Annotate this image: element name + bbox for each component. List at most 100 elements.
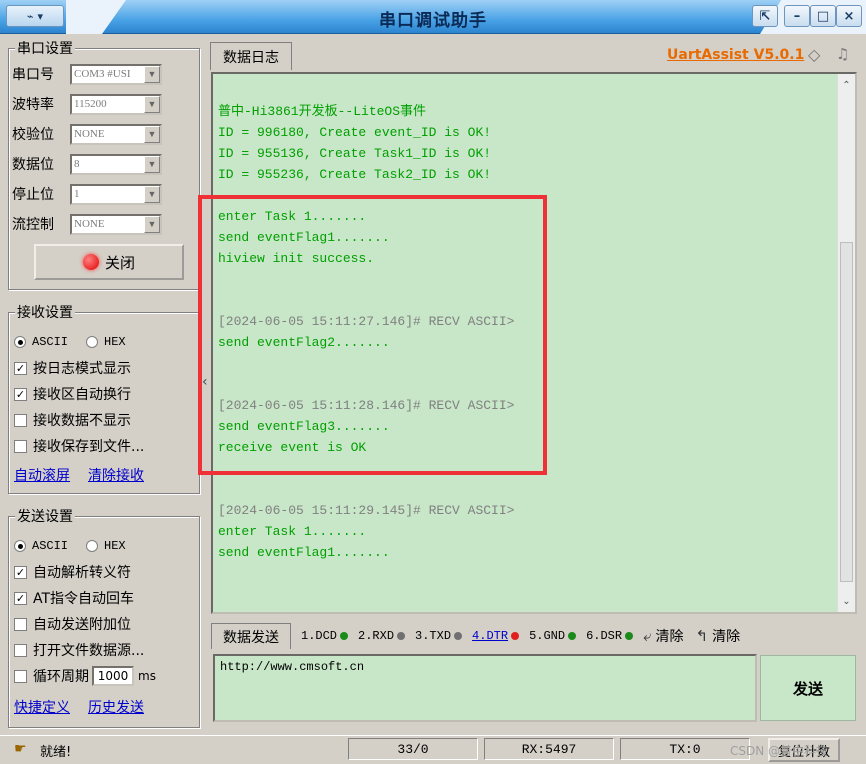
brand-link[interactable]: UartAssist V5.0.1	[667, 47, 804, 63]
signal-led-icon	[511, 632, 520, 640]
log-line: enter Task 1.......	[218, 524, 367, 539]
period-input[interactable]: 1000	[92, 666, 134, 686]
signal-led-icon	[625, 632, 634, 640]
watermark: CSDN @普中科技	[730, 744, 829, 758]
log-line: ID = 996180, Create event_ID is OK!	[218, 125, 492, 140]
clear-send-button[interactable]: 清除	[656, 626, 684, 646]
checkbox-icon[interactable]	[14, 617, 27, 631]
signal-dtr[interactable]: 4.DTR	[472, 629, 520, 643]
serial-settings-legend: 串口设置	[15, 38, 75, 58]
receive-hex-radio[interactable]	[86, 336, 99, 348]
period-unit: ms	[138, 669, 156, 683]
send-option-5[interactable]: 循环周期 1000 ms	[14, 665, 156, 687]
status-bar: ☛ 就绪! 33/0 RX:5497 TX:0 复位计数 CSDN @普中科技	[0, 735, 866, 764]
signal-label: 6.DSR	[586, 629, 623, 643]
baud-select[interactable]: 115200 ▼	[70, 93, 162, 115]
receive-option-2[interactable]: ✓ 接收区自动换行	[14, 383, 131, 405]
log-line: ID = 955236, Create Task2_ID is OK!	[218, 167, 492, 182]
signal-led-icon	[340, 632, 349, 640]
clear-receive-link[interactable]: 清除接收	[88, 465, 144, 485]
checkbox-icon[interactable]	[14, 439, 27, 453]
databits-label: 数据位	[12, 157, 54, 173]
receive-option-1[interactable]: ✓ 按日志模式显示	[14, 357, 131, 379]
flow-label: 流控制	[12, 217, 54, 233]
chevron-down-icon[interactable]: ▼	[144, 155, 160, 173]
chevron-down-icon[interactable]: ▼	[144, 215, 160, 233]
pin-icon[interactable]: ⇱	[752, 5, 778, 27]
stopbits-select[interactable]: 1 ▼	[70, 183, 162, 205]
send-history-link[interactable]: 历史发送	[88, 697, 144, 717]
chevron-down-icon[interactable]: ▼	[144, 125, 160, 143]
send-hex-radio[interactable]	[86, 540, 99, 552]
log-scrollbar[interactable]: ⌃ ⌄	[837, 74, 855, 612]
signal-dsr[interactable]: 6.DSR	[586, 629, 634, 643]
chevron-down-icon[interactable]: ▼	[144, 95, 160, 113]
send-button[interactable]: 发送	[760, 655, 856, 721]
scroll-down-icon[interactable]: ⌄	[839, 592, 854, 610]
checkbox-checked-icon[interactable]: ✓	[14, 361, 27, 375]
flow-select[interactable]: NONE ▼	[70, 213, 162, 235]
stopbits-label: 停止位	[12, 187, 54, 203]
send-option-1[interactable]: ✓ 自动解析转义符	[14, 561, 131, 583]
receive-option-4[interactable]: 接收保存到文件...	[14, 435, 144, 457]
shortcut-define-link[interactable]: 快捷定义	[14, 697, 70, 717]
diamond-icon[interactable]: ◇	[808, 45, 820, 64]
signal-list: 1.DCD 2.RXD 3.TXD 4.DTR 5.GND 6.DSR	[291, 629, 634, 643]
tab-data-log[interactable]: 数据日志	[210, 42, 292, 70]
hand-icon: ☛	[14, 741, 27, 757]
scroll-thumb[interactable]	[840, 242, 853, 582]
scroll-up-icon[interactable]: ⌃	[839, 76, 854, 94]
minimize-button[interactable]: –	[784, 5, 810, 27]
parity-select[interactable]: NONE ▼	[70, 123, 162, 145]
close-button[interactable]: ×	[836, 5, 862, 27]
port-select[interactable]: COM3 #USI ▼	[70, 63, 162, 85]
checkbox-checked-icon[interactable]: ✓	[14, 565, 27, 579]
tab-data-send[interactable]: 数据发送	[211, 623, 291, 649]
parity-row: 校验位 NONE ▼	[12, 122, 162, 146]
rx-counter: RX:5497	[484, 738, 614, 760]
log-line: ID = 955136, Create Task1_ID is OK!	[218, 146, 492, 161]
checkbox-checked-icon[interactable]: ✓	[14, 591, 27, 605]
log-line: [2024-06-05 15:11:29.145]# RECV ASCII>	[218, 503, 515, 518]
flow-row: 流控制 NONE ▼	[12, 212, 162, 236]
databits-row: 数据位 8 ▼	[12, 152, 162, 176]
signal-label: 1.DCD	[301, 629, 338, 643]
signal-txd[interactable]: 3.TXD	[415, 629, 463, 643]
left-panel: 串口设置 串口号 COM3 #USI ▼ 波特率 115200 ▼ 校验位 NONE…	[4, 36, 204, 736]
checkbox-icon[interactable]	[14, 413, 27, 427]
port-row: 串口号 COM3 #USI ▼	[12, 62, 162, 86]
receive-option-3[interactable]: 接收数据不显示	[14, 409, 131, 431]
status-light-icon	[82, 254, 99, 270]
close-port-button[interactable]: 关闭	[34, 244, 184, 280]
stopbits-row: 停止位 1 ▼	[12, 182, 162, 206]
chevron-down-icon[interactable]: ▼	[144, 65, 160, 83]
signal-dcd[interactable]: 1.DCD	[301, 629, 349, 643]
count-cell: 33/0	[348, 738, 478, 760]
send-option-2[interactable]: ✓ AT指令自动回车	[14, 587, 134, 609]
chevron-down-icon[interactable]: ▼	[144, 185, 160, 203]
signal-rxd[interactable]: 2.RXD	[358, 629, 406, 643]
bell-icon[interactable]: ♫	[836, 45, 849, 63]
signal-led-icon	[454, 632, 463, 640]
receive-settings-legend: 接收设置	[15, 302, 75, 322]
databits-select[interactable]: 8 ▼	[70, 153, 162, 175]
signal-label: 4.DTR	[472, 629, 509, 643]
receive-ascii-radio[interactable]	[14, 336, 26, 348]
receive-links: 自动滚屏 清除接收	[14, 464, 144, 486]
clear-up-icon: ↰	[695, 627, 709, 645]
send-option-3[interactable]: 自动发送附加位	[14, 613, 131, 635]
clear-receive-button[interactable]: 清除	[712, 626, 740, 646]
signal-gnd[interactable]: 5.GND	[529, 629, 577, 643]
send-ascii-radio[interactable]	[14, 540, 26, 552]
auto-scroll-link[interactable]: 自动滚屏	[14, 465, 70, 485]
clear-arrow-icon: ⤶	[643, 627, 652, 645]
log-line: send eventFlag1.......	[218, 545, 390, 560]
checkbox-checked-icon[interactable]: ✓	[14, 387, 27, 401]
send-input[interactable]: http://www.cmsoft.cn	[213, 654, 757, 722]
log-line: 普中-Hi3861开发板--LiteOS事件	[218, 104, 427, 119]
send-settings-legend: 发送设置	[15, 506, 75, 526]
checkbox-icon[interactable]	[14, 669, 27, 683]
send-option-4[interactable]: 打开文件数据源...	[14, 639, 144, 661]
checkbox-icon[interactable]	[14, 643, 27, 657]
maximize-button[interactable]: □	[810, 5, 836, 27]
